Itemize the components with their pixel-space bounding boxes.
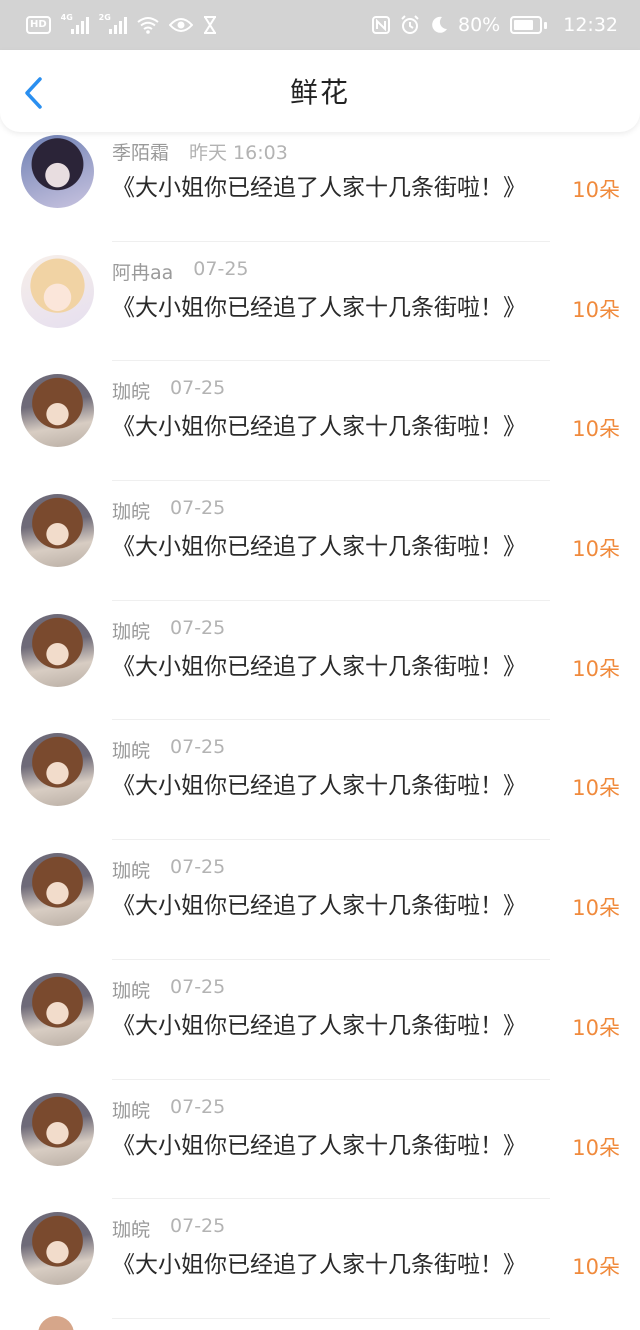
flower-count: 10朵 (572, 1255, 620, 1280)
name-line: 珈皖 07-25 (112, 736, 225, 763)
username[interactable]: 珈皖 (112, 377, 150, 404)
signal-4g-icon: 4G (61, 13, 89, 34)
name-line: 珈皖 07-25 (112, 617, 225, 644)
list-item[interactable]: 珈皖 07-25 《大小姐你已经追了人家十几条街啦！》 10朵 (0, 960, 640, 1080)
book-title: 《大小姐你已经追了人家十几条街啦！》 (112, 414, 526, 441)
book-title: 《大小姐你已经追了人家十几条街啦！》 (112, 1012, 526, 1039)
name-line: 珈皖 07-25 (112, 497, 225, 524)
timestamp: 07-25 (170, 856, 226, 879)
username[interactable]: 珈皖 (112, 497, 150, 524)
name-line: 珈皖 07-25 (112, 377, 225, 404)
flower-count: 10朵 (572, 1135, 620, 1160)
timestamp: 昨天 16:03 (189, 142, 288, 164)
list-item[interactable]: 珈皖 07-25 《大小姐你已经追了人家十几条街啦！》 10朵 (0, 1080, 640, 1200)
page-title: 鲜花 (289, 76, 350, 109)
battery-icon (510, 16, 548, 34)
list-item[interactable]: 珈皖 07-25 《大小姐你已经追了人家十几条街啦！》 10朵 (0, 840, 640, 960)
flower-count: 10朵 (572, 178, 620, 202)
back-button[interactable] (20, 76, 50, 110)
list-item[interactable]: 珈皖 07-25 《大小姐你已经追了人家十几条街啦！》 10朵 (0, 1199, 640, 1319)
username[interactable]: 阿冉aa (112, 258, 173, 285)
nfc-icon (372, 16, 390, 34)
flower-count: 10朵 (572, 656, 620, 681)
avatar[interactable] (21, 374, 94, 448)
book-title: 《大小姐你已经追了人家十几条街啦！》 (112, 893, 526, 920)
book-title: 《大小姐你已经追了人家十几条街啦！》 (112, 773, 526, 800)
chevron-left-icon (25, 77, 42, 109)
timestamp: 07-25 (170, 1095, 226, 1118)
avatar[interactable] (21, 733, 94, 807)
divider (112, 1317, 550, 1319)
book-title: 《大小姐你已经追了人家十几条街啦！》 (112, 1252, 526, 1279)
book-title: 《大小姐你已经追了人家十几条街啦！》 (112, 175, 526, 201)
timestamp: 07-25 (193, 257, 249, 280)
list-item[interactable]: 珈皖 07-25 《大小姐你已经追了人家十几条街啦！》 10朵 (0, 481, 640, 601)
status-left: HD 4G 2G (26, 13, 217, 34)
flower-count: 10朵 (572, 1015, 620, 1040)
list-item[interactable]: 珈皖 07-25 《大小姐你已经追了人家十几条街啦！》 10朵 (0, 601, 640, 721)
flower-count: 10朵 (572, 417, 620, 442)
eye-icon (168, 17, 193, 33)
timestamp: 07-25 (170, 497, 226, 520)
timestamp: 07-25 (170, 377, 226, 400)
username[interactable]: 珈皖 (112, 1215, 150, 1242)
list-item[interactable]: 珈皖 07-25 《大小姐你已经追了人家十几条街啦！》 10朵 (0, 720, 640, 841)
timestamp: 07-25 (170, 616, 226, 639)
avatar[interactable] (21, 254, 94, 328)
nav-header: 鲜花 (0, 50, 640, 132)
flower-count: 10朵 (572, 776, 620, 801)
status-right: 80% 12:32 (372, 14, 618, 36)
name-line: 季陌霜 昨天 16:03 (112, 138, 288, 165)
flower-count: 10朵 (572, 537, 620, 562)
username[interactable]: 季陌霜 (112, 138, 169, 165)
timestamp: 07-25 (170, 975, 226, 998)
hourglass-icon (203, 16, 217, 34)
flower-count: 10朵 (572, 896, 620, 921)
signal-2g-icon: 2G (99, 13, 127, 34)
timestamp: 07-25 (170, 736, 226, 759)
list-item[interactable]: 阿冉aa 07-25 《大小姐你已经追了人家十几条街啦！》 10朵 (0, 242, 640, 362)
avatar[interactable] (21, 972, 94, 1046)
username[interactable]: 珈皖 (112, 617, 150, 644)
timestamp: 07-25 (170, 1215, 226, 1238)
avatar[interactable] (21, 494, 94, 568)
avatar[interactable] (21, 1092, 94, 1166)
avatar[interactable] (21, 1212, 94, 1286)
status-bar: HD 4G 2G 80% 12:32 (0, 0, 640, 50)
hd-icon: HD (26, 16, 51, 34)
clock: 12:32 (563, 14, 618, 36)
avatar[interactable] (21, 613, 94, 687)
flower-count: 10朵 (572, 297, 620, 322)
username[interactable]: 珈皖 (112, 1096, 150, 1123)
book-title: 《大小姐你已经追了人家十几条街啦！》 (112, 1132, 526, 1159)
list-item[interactable]: 珈皖 07-25 《大小姐你已经追了人家十几条街啦！》 10朵 (0, 361, 640, 482)
avatar[interactable] (21, 135, 94, 208)
book-title: 《大小姐你已经追了人家十几条街啦！》 (112, 653, 526, 680)
alarm-icon (400, 15, 420, 35)
wifi-icon (137, 16, 159, 34)
battery-percent: 80% (458, 14, 501, 36)
name-line: 珈皖 07-25 (112, 856, 225, 883)
list-item[interactable]: 季陌霜 昨天 16:03 《大小姐你已经追了人家十几条街啦！》 10朵 (0, 132, 640, 242)
name-line: 珈皖 07-25 (112, 1096, 225, 1123)
name-line: 珈皖 07-25 (112, 976, 225, 1003)
book-title: 《大小姐你已经追了人家十几条街啦！》 (112, 294, 526, 321)
avatar[interactable] (21, 853, 94, 927)
flower-gift-list: 季陌霜 昨天 16:03 《大小姐你已经追了人家十几条街啦！》 10朵 阿冉aa 07-2… (0, 132, 640, 1330)
moon-icon (430, 16, 448, 34)
username[interactable]: 珈皖 (112, 736, 150, 763)
book-title: 《大小姐你已经追了人家十几条街啦！》 (112, 534, 526, 561)
name-line: 珈皖 07-25 (112, 1215, 225, 1242)
name-line: 阿冉aa 07-25 (112, 258, 249, 285)
username[interactable]: 珈皖 (112, 976, 150, 1003)
username[interactable]: 珈皖 (112, 856, 150, 883)
